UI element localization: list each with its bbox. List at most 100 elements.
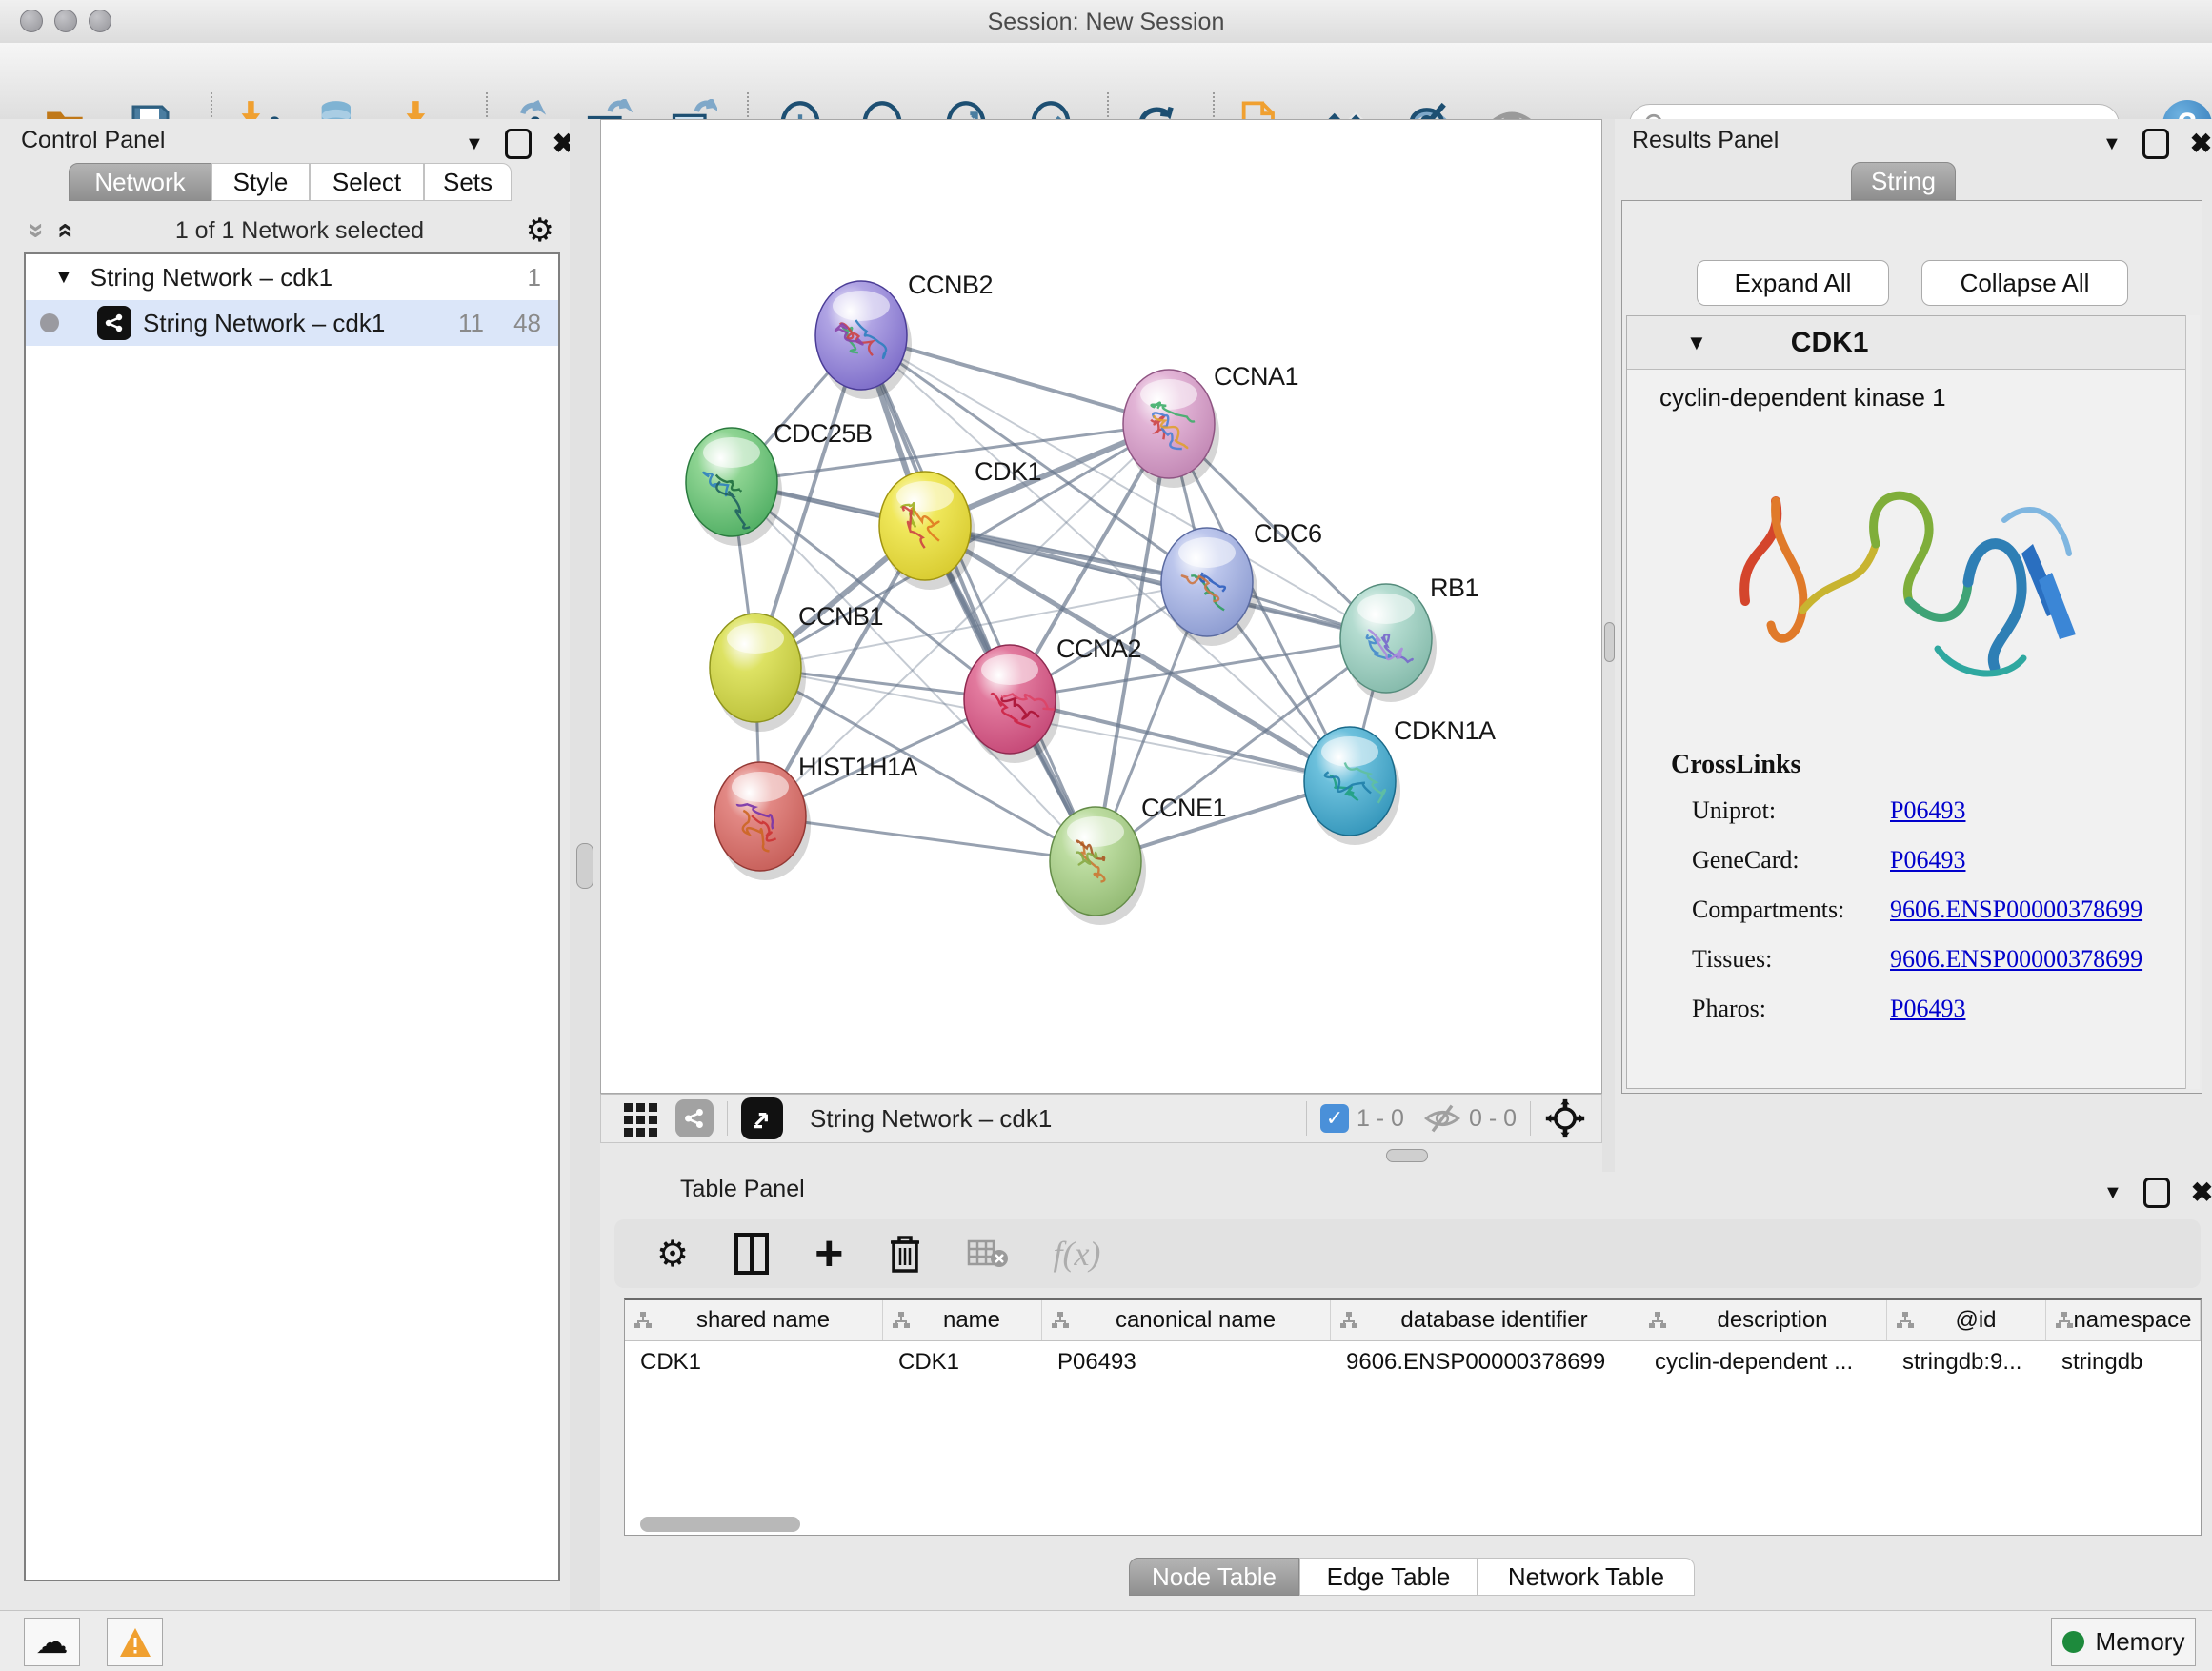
selected-nodes-checkbox[interactable]: ✓: [1320, 1104, 1349, 1133]
delete-column-icon[interactable]: [967, 1238, 1009, 1270]
node-CDC6[interactable]: CDC6: [1161, 519, 1322, 646]
node-label-CCNA2: CCNA2: [1056, 634, 1141, 663]
network-canvas[interactable]: CCNB2 CCNA1 CDC25B CDK1 CDC6 RB1 CCNB1 CCNA2 CDK…: [600, 119, 1602, 1094]
collapse-all-button[interactable]: Collapse All: [1921, 260, 2128, 306]
column-header-databaseidentifier[interactable]: database identifier: [1331, 1300, 1639, 1340]
protein-expander-icon[interactable]: ▼: [1686, 331, 1707, 355]
column-header-id[interactable]: @id: [1887, 1300, 2046, 1340]
node-CCNA1[interactable]: CCNA1: [1123, 362, 1298, 488]
node-CCNB1[interactable]: CCNB1: [710, 602, 883, 732]
column-header-name[interactable]: name: [883, 1300, 1042, 1340]
results-panel: Results Panel ▼ ✖ String Expand All Coll…: [1615, 119, 2212, 1172]
network-selection-status: 1 of 1 Network selected: [73, 217, 525, 245]
tab-select[interactable]: Select: [310, 163, 424, 201]
column-header-canonicalname[interactable]: canonical name: [1042, 1300, 1331, 1340]
node-CCNB2[interactable]: CCNB2: [815, 271, 993, 399]
table-cell: CDK1: [883, 1349, 1042, 1376]
results-panel-menu-arrow[interactable]: ▼: [2102, 133, 2122, 155]
show-columns-icon[interactable]: [733, 1233, 771, 1275]
network-current-dot-icon: [40, 313, 59, 332]
column-header-namespace[interactable]: namespace: [2046, 1300, 2201, 1340]
table-horizontal-scrollbar[interactable]: [640, 1517, 800, 1532]
tab-network[interactable]: Network: [69, 163, 211, 201]
grid-view-icon[interactable]: [622, 1099, 660, 1137]
node-RB1[interactable]: RB1: [1340, 574, 1478, 702]
protein-description: cyclin-dependent kinase 1: [1627, 370, 2191, 413]
hidden-eye-slash-icon: [1423, 1102, 1461, 1135]
node-label-CCNE1: CCNE1: [1141, 794, 1226, 822]
left-splitter-handle[interactable]: [576, 843, 593, 889]
pan-crosshair-icon[interactable]: [1544, 1097, 1586, 1139]
function-builder-icon[interactable]: f(x): [1053, 1234, 1100, 1274]
network-type-icon: [97, 306, 131, 340]
network-collection-row[interactable]: ▼ String Network – cdk1 1: [26, 254, 558, 300]
control-panel: Control Panel ▼ ✖ NetworkStyleSelectSets…: [0, 119, 570, 1610]
expand-all-networks-icon[interactable]: »: [20, 223, 52, 239]
birds-eye-view-icon[interactable]: [741, 1097, 783, 1139]
cloud-status-button[interactable]: ☁: [24, 1618, 80, 1666]
control-panel-title: Control Panel: [21, 127, 165, 154]
crosslink-link[interactable]: P06493: [1890, 796, 1965, 825]
warning-triangle-icon: [118, 1626, 152, 1659]
table-panel-float-button[interactable]: [2143, 1178, 2170, 1208]
table-panel: Table Panel ▼ ✖ ⚙ + f(x) shared namename…: [600, 1172, 2212, 1610]
network-graph: CCNB2 CCNA1 CDC25B CDK1 CDC6 RB1 CCNB1 CCNA2 CDK…: [601, 120, 1601, 1093]
table-toolbar: ⚙ + f(x): [614, 1219, 2201, 1288]
table-panel-menu-arrow[interactable]: ▼: [2103, 1182, 2122, 1204]
warning-status-button[interactable]: [107, 1618, 163, 1666]
node-CDKN1A[interactable]: CDKN1A: [1304, 716, 1496, 845]
tab-style[interactable]: Style: [211, 163, 310, 201]
delete-rows-trash-icon[interactable]: [887, 1233, 923, 1275]
tab-sets[interactable]: Sets: [424, 163, 512, 201]
node-CCNE1[interactable]: CCNE1: [1050, 794, 1226, 925]
collapse-all-networks-icon[interactable]: «: [50, 223, 82, 239]
crosslink-link[interactable]: 9606.ENSP00000378699: [1890, 896, 2142, 924]
column-type-icon: [1338, 1310, 1359, 1331]
right-splitter[interactable]: [1602, 119, 1615, 1172]
titlebar: Session: New Session: [0, 0, 2212, 44]
network-label: String Network – cdk1: [143, 309, 385, 338]
table-cell: stringdb:9...: [1887, 1349, 2046, 1376]
expand-all-button[interactable]: Expand All: [1697, 260, 1889, 306]
left-splitter[interactable]: [570, 119, 600, 1610]
results-scrollbar[interactable]: [2185, 315, 2200, 1089]
cloud-icon: ☁: [36, 1623, 69, 1661]
right-splitter-handle[interactable]: [1604, 622, 1615, 662]
tab-string[interactable]: String: [1851, 162, 1956, 200]
crosslink-link[interactable]: P06493: [1890, 846, 1965, 875]
table-panel-close-button[interactable]: ✖: [2191, 1179, 2212, 1206]
column-header-description[interactable]: description: [1639, 1300, 1887, 1340]
network-share-icon[interactable]: [675, 1099, 714, 1137]
memory-button[interactable]: Memory: [2051, 1618, 2196, 1666]
tab-node-table[interactable]: Node Table: [1129, 1558, 1299, 1596]
network-options-gear-icon[interactable]: ⚙: [526, 211, 554, 250]
table-settings-gear-icon[interactable]: ⚙: [656, 1233, 689, 1276]
collection-expander-icon[interactable]: ▼: [54, 267, 73, 289]
network-node-count: 11: [458, 309, 484, 338]
tab-edge-table[interactable]: Edge Table: [1299, 1558, 1478, 1596]
node-CDC25B[interactable]: CDC25B: [686, 419, 873, 546]
node-label-CCNB1: CCNB1: [798, 602, 883, 631]
node-HIST1H1A[interactable]: HIST1H1A: [714, 753, 918, 880]
table-body: CDK1CDK1P064939606.ENSP00000378699cyclin…: [625, 1341, 2201, 1383]
crosslink-link[interactable]: P06493: [1890, 995, 1965, 1023]
crosslink-label: Tissues:: [1692, 945, 1890, 974]
node-label-CDK1: CDK1: [975, 457, 1041, 486]
results-panel-float-button[interactable]: [2142, 129, 2169, 159]
network-row[interactable]: String Network – cdk1 11 48: [26, 300, 558, 346]
table-cell: P06493: [1042, 1349, 1331, 1376]
column-type-icon: [891, 1310, 912, 1331]
results-panel-close-button[interactable]: ✖: [2190, 131, 2212, 157]
control-panel-menu-arrow[interactable]: ▼: [465, 133, 484, 155]
table-splitter-handle[interactable]: [1386, 1149, 1428, 1162]
node-label-CCNA1: CCNA1: [1214, 362, 1298, 391]
string-results-box: Expand All Collapse All ▼ CDK1 cyclin-de…: [1621, 200, 2202, 1094]
cytoscape-window: Session: New Session: [0, 0, 2212, 1671]
tab-network-table[interactable]: Network Table: [1478, 1558, 1695, 1596]
node-label-RB1: RB1: [1430, 574, 1478, 602]
column-header-sharedname[interactable]: shared name: [625, 1300, 883, 1340]
control-panel-float-button[interactable]: [505, 129, 532, 159]
network-view-toolbar: String Network – cdk1 ✓ 1 - 0 0 - 0: [600, 1094, 1602, 1143]
crosslink-link[interactable]: 9606.ENSP00000378699: [1890, 945, 2142, 974]
table-row[interactable]: CDK1CDK1P064939606.ENSP00000378699cyclin…: [625, 1341, 2201, 1383]
